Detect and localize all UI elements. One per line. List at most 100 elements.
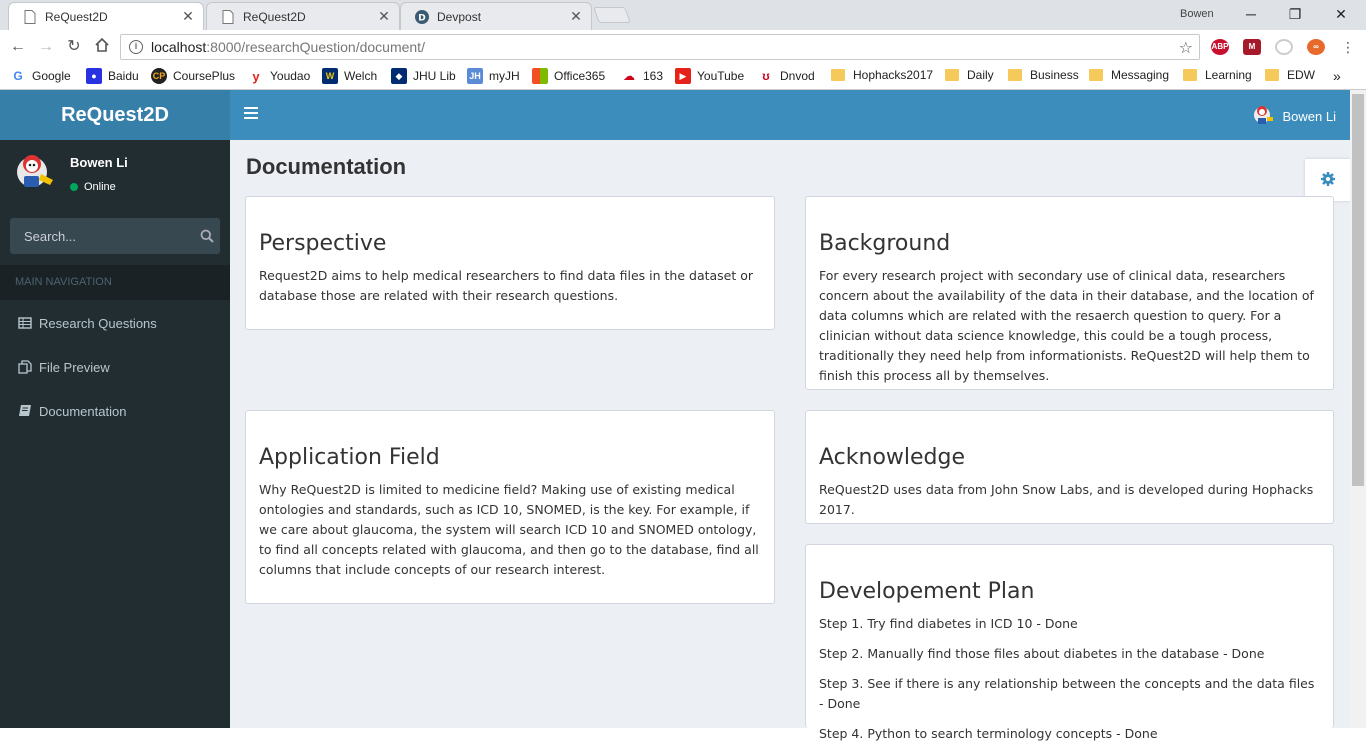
background-box: Background For every research project wi… <box>805 196 1334 390</box>
bookmark-office365[interactable]: Office365 <box>532 68 605 84</box>
devpost-icon: D <box>415 9 429 24</box>
box-body: For every research project with secondar… <box>819 268 1314 383</box>
bookmark-hophacks2017[interactable]: Hophacks2017 <box>831 68 933 82</box>
scrollbar-thumb[interactable] <box>1352 94 1364 486</box>
bookmark-edw[interactable]: EDW <box>1265 68 1315 82</box>
page-icon <box>23 9 37 24</box>
bookmark-label: Google <box>32 69 71 83</box>
bookmark-google[interactable]: G Google <box>10 68 71 84</box>
netease-icon: ☁ <box>621 68 637 84</box>
table-icon <box>18 316 32 330</box>
bookmark-messaging[interactable]: Messaging <box>1089 68 1169 82</box>
bookmark-business[interactable]: Business <box>1008 68 1079 82</box>
bookmark-youtube[interactable]: ▶ YouTube <box>675 68 744 84</box>
bookmark-welch[interactable]: W Welch <box>322 68 377 84</box>
plan-step: Step 4. Python to search terminology con… <box>819 726 1158 741</box>
home-icon[interactable] <box>92 37 112 57</box>
bookmark-label: EDW <box>1287 68 1315 82</box>
close-tab-icon[interactable]: ✕ <box>377 8 391 25</box>
app-logo[interactable]: ReQuest2D <box>0 90 230 140</box>
sidebar: Bowen Li Online MAIN NAVIGATION Research… <box>0 140 230 728</box>
bookmark-courseplus[interactable]: CP CoursePlus <box>151 68 235 84</box>
files-icon <box>18 360 32 374</box>
development-plan-box: Developement Plan Step 1. Try find diabe… <box>805 544 1334 741</box>
bookmark-baidu[interactable]: ● Baidu <box>86 68 139 84</box>
info-icon[interactable]: i <box>129 40 143 54</box>
back-icon[interactable]: ← <box>8 37 28 57</box>
bookmark-dnvod[interactable]: ʊ Dnvod <box>758 68 815 84</box>
baidu-icon: ● <box>86 68 102 84</box>
sidebar-toggle-icon[interactable] <box>244 107 258 121</box>
bookmark-daily[interactable]: Daily <box>945 68 994 82</box>
bookmark-163[interactable]: ☁ 163 <box>621 68 663 84</box>
close-tab-icon[interactable]: ✕ <box>569 8 583 25</box>
box-title: Developement Plan <box>819 579 1035 604</box>
nav-header: MAIN NAVIGATION <box>0 265 230 300</box>
box-body: ReQuest2D uses data from John Snow Labs,… <box>819 482 1314 517</box>
bookmark-myjh[interactable]: JH myJH <box>467 68 520 84</box>
folder-icon <box>1089 69 1103 81</box>
page-scrollbar[interactable] <box>1350 90 1366 728</box>
tab-strip: ReQuest2D ✕ ReQuest2D ✕ D Devpost ✕ Bowe… <box>0 0 1366 30</box>
profile-name[interactable]: Bowen <box>1180 8 1214 20</box>
book-icon <box>18 404 32 418</box>
box-title: Application Field <box>259 445 440 470</box>
control-sidebar-toggle[interactable] <box>1305 159 1350 201</box>
tab-title: ReQuest2D <box>243 9 306 24</box>
search-input[interactable] <box>24 228 200 244</box>
bookmark-learning[interactable]: Learning <box>1183 68 1252 82</box>
close-window-icon[interactable]: ✕ <box>1326 4 1356 24</box>
menu-kebab-icon[interactable]: ⋮ <box>1338 37 1358 57</box>
folder-icon <box>1008 69 1022 81</box>
application-field-box: Application Field Why ReQuest2D is limit… <box>245 410 775 604</box>
gear-icon <box>1320 171 1336 190</box>
sidebar-item-label: Research Questions <box>39 315 157 331</box>
content-wrapper: Documentation Perspective Request2D aims… <box>230 140 1350 741</box>
box-title: Background <box>819 231 951 256</box>
sidebar-item-documentation[interactable]: Documentation <box>0 389 230 433</box>
acknowledge-box: Acknowledge ReQuest2D uses data from Joh… <box>805 410 1334 524</box>
tab-title: Devpost <box>437 9 482 24</box>
page-icon <box>221 9 235 24</box>
bookmark-label: Messaging <box>1111 68 1170 82</box>
adblock-icon[interactable]: ABP <box>1211 39 1229 55</box>
search-icon[interactable] <box>200 229 214 243</box>
box-title: Acknowledge <box>819 445 966 470</box>
tab-request2d[interactable]: ReQuest2D ✕ <box>206 2 400 30</box>
bookmark-youdao[interactable]: y Youdao <box>248 68 310 84</box>
extension-infinity-icon[interactable]: ∞ <box>1307 39 1325 55</box>
close-tab-icon[interactable]: ✕ <box>181 8 195 25</box>
bookmark-star-icon[interactable]: ☆ <box>1179 38 1193 58</box>
mendeley-icon[interactable]: M <box>1243 39 1261 55</box>
svg-text:D: D <box>418 13 425 23</box>
bookmark-jhu-lib[interactable]: ◆ JHU Lib <box>391 68 456 84</box>
forward-icon[interactable]: → <box>36 37 56 57</box>
bookmark-label: CoursePlus <box>173 69 236 83</box>
folder-icon <box>831 69 845 81</box>
sidebar-item-research-questions[interactable]: Research Questions <box>0 301 230 345</box>
bookmark-label: Dnvod <box>780 69 815 83</box>
bookmark-label: myJH <box>489 69 520 83</box>
plan-step: Step 3. See if there is any relationship… <box>819 676 1315 711</box>
minimize-icon[interactable]: ─ <box>1236 4 1266 24</box>
bookmark-label: Daily <box>967 68 994 82</box>
box-body: Request2D aims to help medical researche… <box>259 268 754 303</box>
youdao-icon: y <box>248 68 264 84</box>
bookmark-label: Welch <box>344 69 378 83</box>
extension-circle-icon[interactable] <box>1275 39 1293 55</box>
plan-step: Step 1. Try find diabetes in ICD 10 - Do… <box>819 616 1078 631</box>
folder-icon <box>1183 69 1197 81</box>
new-tab-button[interactable] <box>593 7 631 23</box>
avatar <box>1251 103 1275 130</box>
more-bookmarks-button[interactable]: » <box>1333 68 1341 84</box>
user-menu[interactable]: Bowen Li <box>1251 103 1336 130</box>
tab-devpost[interactable]: D Devpost ✕ <box>400 2 592 30</box>
bookmark-label: YouTube <box>697 69 745 83</box>
sidebar-item-file-preview[interactable]: File Preview <box>0 345 230 389</box>
tab-request2d-active[interactable]: ReQuest2D ✕ <box>8 2 204 30</box>
folder-icon <box>1265 69 1279 81</box>
bookmark-label: Youdao <box>270 69 311 83</box>
reload-icon[interactable]: ↻ <box>64 37 84 57</box>
restore-icon[interactable]: ❐ <box>1280 4 1310 24</box>
address-bar[interactable]: i localhost:8000/researchQuestion/docume… <box>120 34 1200 60</box>
